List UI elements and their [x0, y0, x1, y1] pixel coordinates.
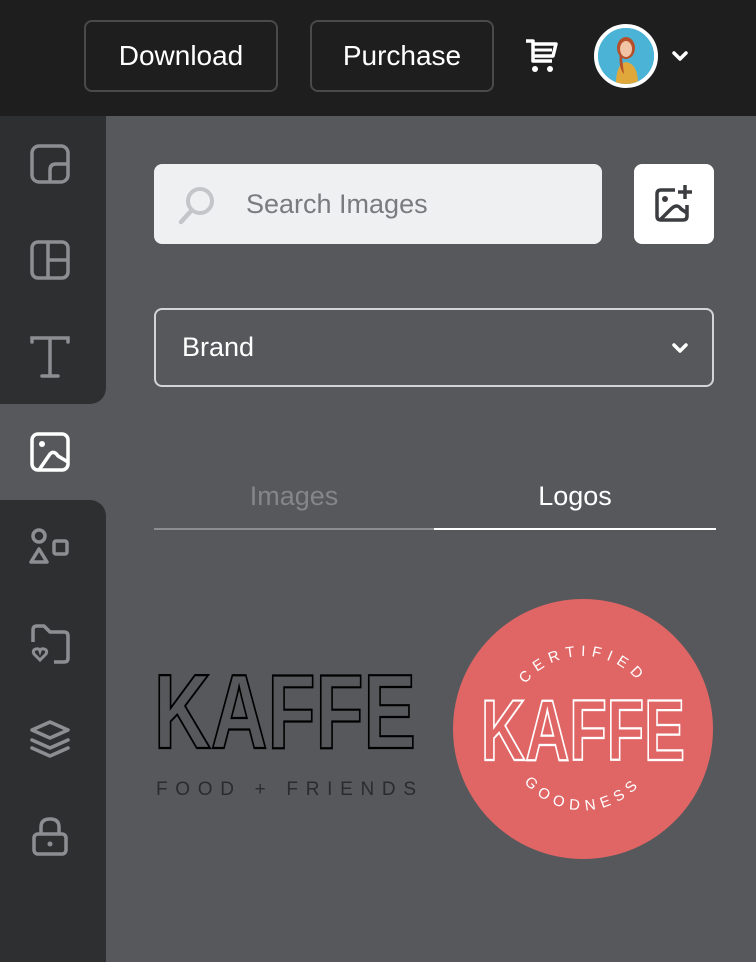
search-input[interactable] — [246, 164, 586, 244]
cart-icon[interactable] — [522, 36, 562, 76]
sidebar-top — [0, 116, 106, 404]
folder-heart-icon[interactable] — [26, 620, 74, 668]
logo-kaffe-certified-goodness[interactable]: CERTIFIED KAFFE GOODNESS — [452, 598, 714, 860]
layout-icon[interactable] — [26, 236, 74, 284]
badge-title: KAFFE — [481, 683, 685, 779]
image-icon[interactable] — [26, 428, 74, 476]
lock-icon[interactable] — [26, 812, 74, 860]
brand-dropdown[interactable]: Brand — [154, 308, 714, 387]
sidebar-item-images[interactable] — [0, 404, 106, 500]
purchase-button[interactable]: Purchase — [310, 20, 494, 92]
tab-logos[interactable]: Logos — [434, 464, 716, 530]
chevron-down-icon — [672, 343, 688, 353]
shapes-icon[interactable] — [26, 524, 74, 572]
logo-kaffe-food-friends[interactable]: KAFFE FOOD + FRIENDS — [154, 650, 420, 810]
logo-tagline: FOOD + FRIENDS — [156, 779, 416, 800]
dropdown-selected: Brand — [182, 332, 255, 362]
search-icon — [178, 187, 214, 225]
template-icon[interactable] — [26, 140, 74, 188]
user-avatar[interactable] — [594, 24, 658, 88]
upload-image-button[interactable] — [634, 164, 714, 244]
tab-bar: Images Logos — [154, 464, 716, 532]
top-bar: Download Purchase — [0, 0, 756, 116]
download-button[interactable]: Download — [84, 20, 278, 92]
logo-title: KAFFE — [154, 653, 416, 771]
text-icon[interactable] — [26, 332, 74, 380]
search-box — [154, 164, 602, 244]
chevron-down-icon[interactable] — [668, 44, 692, 68]
layers-icon[interactable] — [26, 716, 74, 764]
sidebar-bottom — [0, 500, 106, 962]
image-add-icon — [655, 185, 692, 222]
tab-images[interactable]: Images — [154, 464, 434, 530]
